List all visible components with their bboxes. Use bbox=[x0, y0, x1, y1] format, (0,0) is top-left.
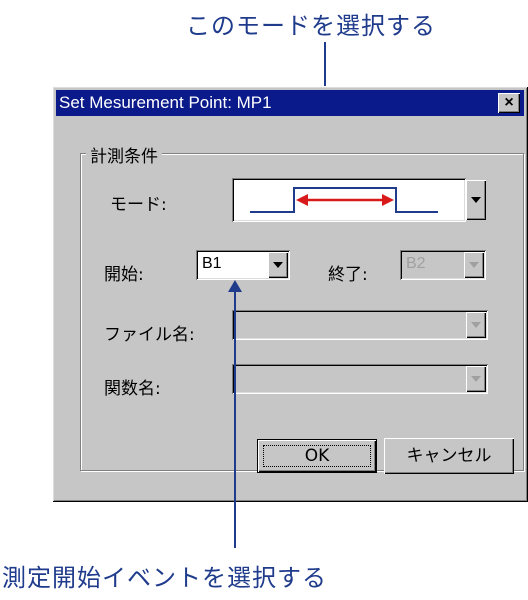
file-name-select[interactable] bbox=[232, 310, 488, 340]
mode-waveform-icon bbox=[250, 187, 438, 213]
bottom-annotation: 測定開始イベントを選択する bbox=[2, 564, 327, 592]
end-event-value: B2 bbox=[406, 255, 426, 272]
start-event-value: B1 bbox=[202, 255, 222, 272]
ok-focus-rect bbox=[263, 445, 371, 467]
mode-dropdown-arrow[interactable] bbox=[466, 180, 486, 220]
mode-select[interactable] bbox=[232, 178, 466, 222]
function-name-dropdown-arrow[interactable] bbox=[466, 366, 486, 392]
end-event-select[interactable]: B2 bbox=[400, 250, 486, 280]
function-name-select[interactable] bbox=[232, 364, 488, 394]
mode-label: モード: bbox=[110, 195, 167, 215]
start-event-select[interactable]: B1 bbox=[196, 250, 290, 280]
mode-range-left-arrow bbox=[296, 194, 308, 206]
cancel-button-label: キャンセル bbox=[406, 446, 492, 466]
end-label: 終了: bbox=[328, 265, 368, 285]
close-button[interactable]: × bbox=[498, 93, 520, 113]
function-name-label: 関数名: bbox=[104, 379, 161, 399]
mode-range-right-arrow bbox=[382, 194, 394, 206]
bottom-arrow-line bbox=[234, 292, 236, 548]
start-dropdown-arrow[interactable] bbox=[268, 252, 288, 278]
end-dropdown-arrow[interactable] bbox=[464, 252, 484, 278]
file-name-dropdown-arrow[interactable] bbox=[466, 312, 486, 338]
dialog-title: Set Mesurement Point: MP1 bbox=[59, 93, 272, 112]
ok-button[interactable]: OK bbox=[257, 439, 377, 473]
start-label: 開始: bbox=[104, 265, 144, 285]
cancel-button[interactable]: キャンセル bbox=[384, 438, 514, 474]
dialog-titlebar: Set Mesurement Point: MP1 × bbox=[56, 90, 524, 116]
set-measurement-point-dialog: Set Mesurement Point: MP1 × 計測条件 モード: 開始… bbox=[52, 86, 528, 502]
bottom-arrow-head bbox=[228, 280, 242, 292]
top-annotation: このモードを選択する bbox=[186, 12, 436, 40]
group-label: 計測条件 bbox=[86, 142, 162, 167]
file-name-label: ファイル名: bbox=[104, 325, 195, 345]
